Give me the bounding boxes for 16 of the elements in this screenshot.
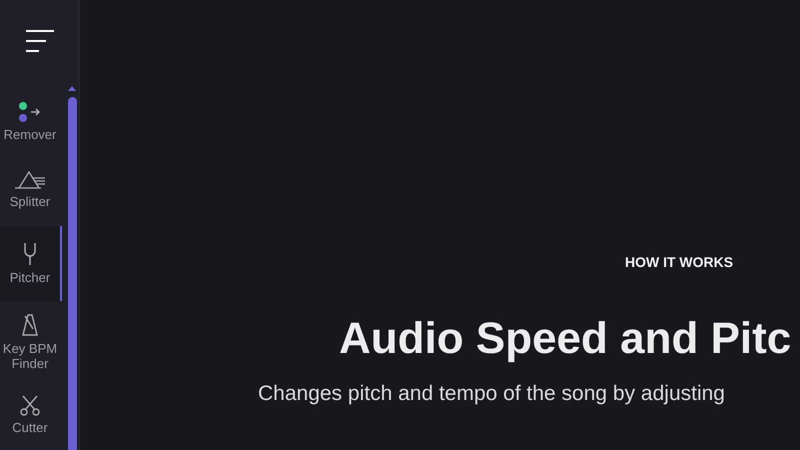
sidebar-item[interactable]: Key BPM Finder — [0, 307, 62, 377]
page-heading: Audio Speed and Pitc — [339, 314, 792, 364]
tuning-fork-icon — [22, 242, 38, 266]
subtitle: Changes pitch and tempo of the song by adjusting — [258, 382, 725, 406]
dots-arrow-icon — [18, 100, 42, 122]
sidebar-item[interactable]: Pitcher — [0, 226, 62, 301]
metronome-icon — [21, 313, 39, 337]
scissors-icon — [19, 394, 41, 416]
scroll-up-icon[interactable] — [68, 86, 76, 91]
sidebar-item[interactable]: Remover — [0, 90, 62, 152]
sidebar-item[interactable]: Splitter — [0, 158, 62, 220]
menu-icon[interactable] — [24, 29, 54, 53]
section-label: HOW IT WORKS — [625, 254, 734, 270]
prism-icon — [13, 170, 47, 190]
scrollbar-thumb[interactable] — [68, 97, 76, 450]
sidebar-item[interactable]: Cutter — [0, 383, 62, 445]
